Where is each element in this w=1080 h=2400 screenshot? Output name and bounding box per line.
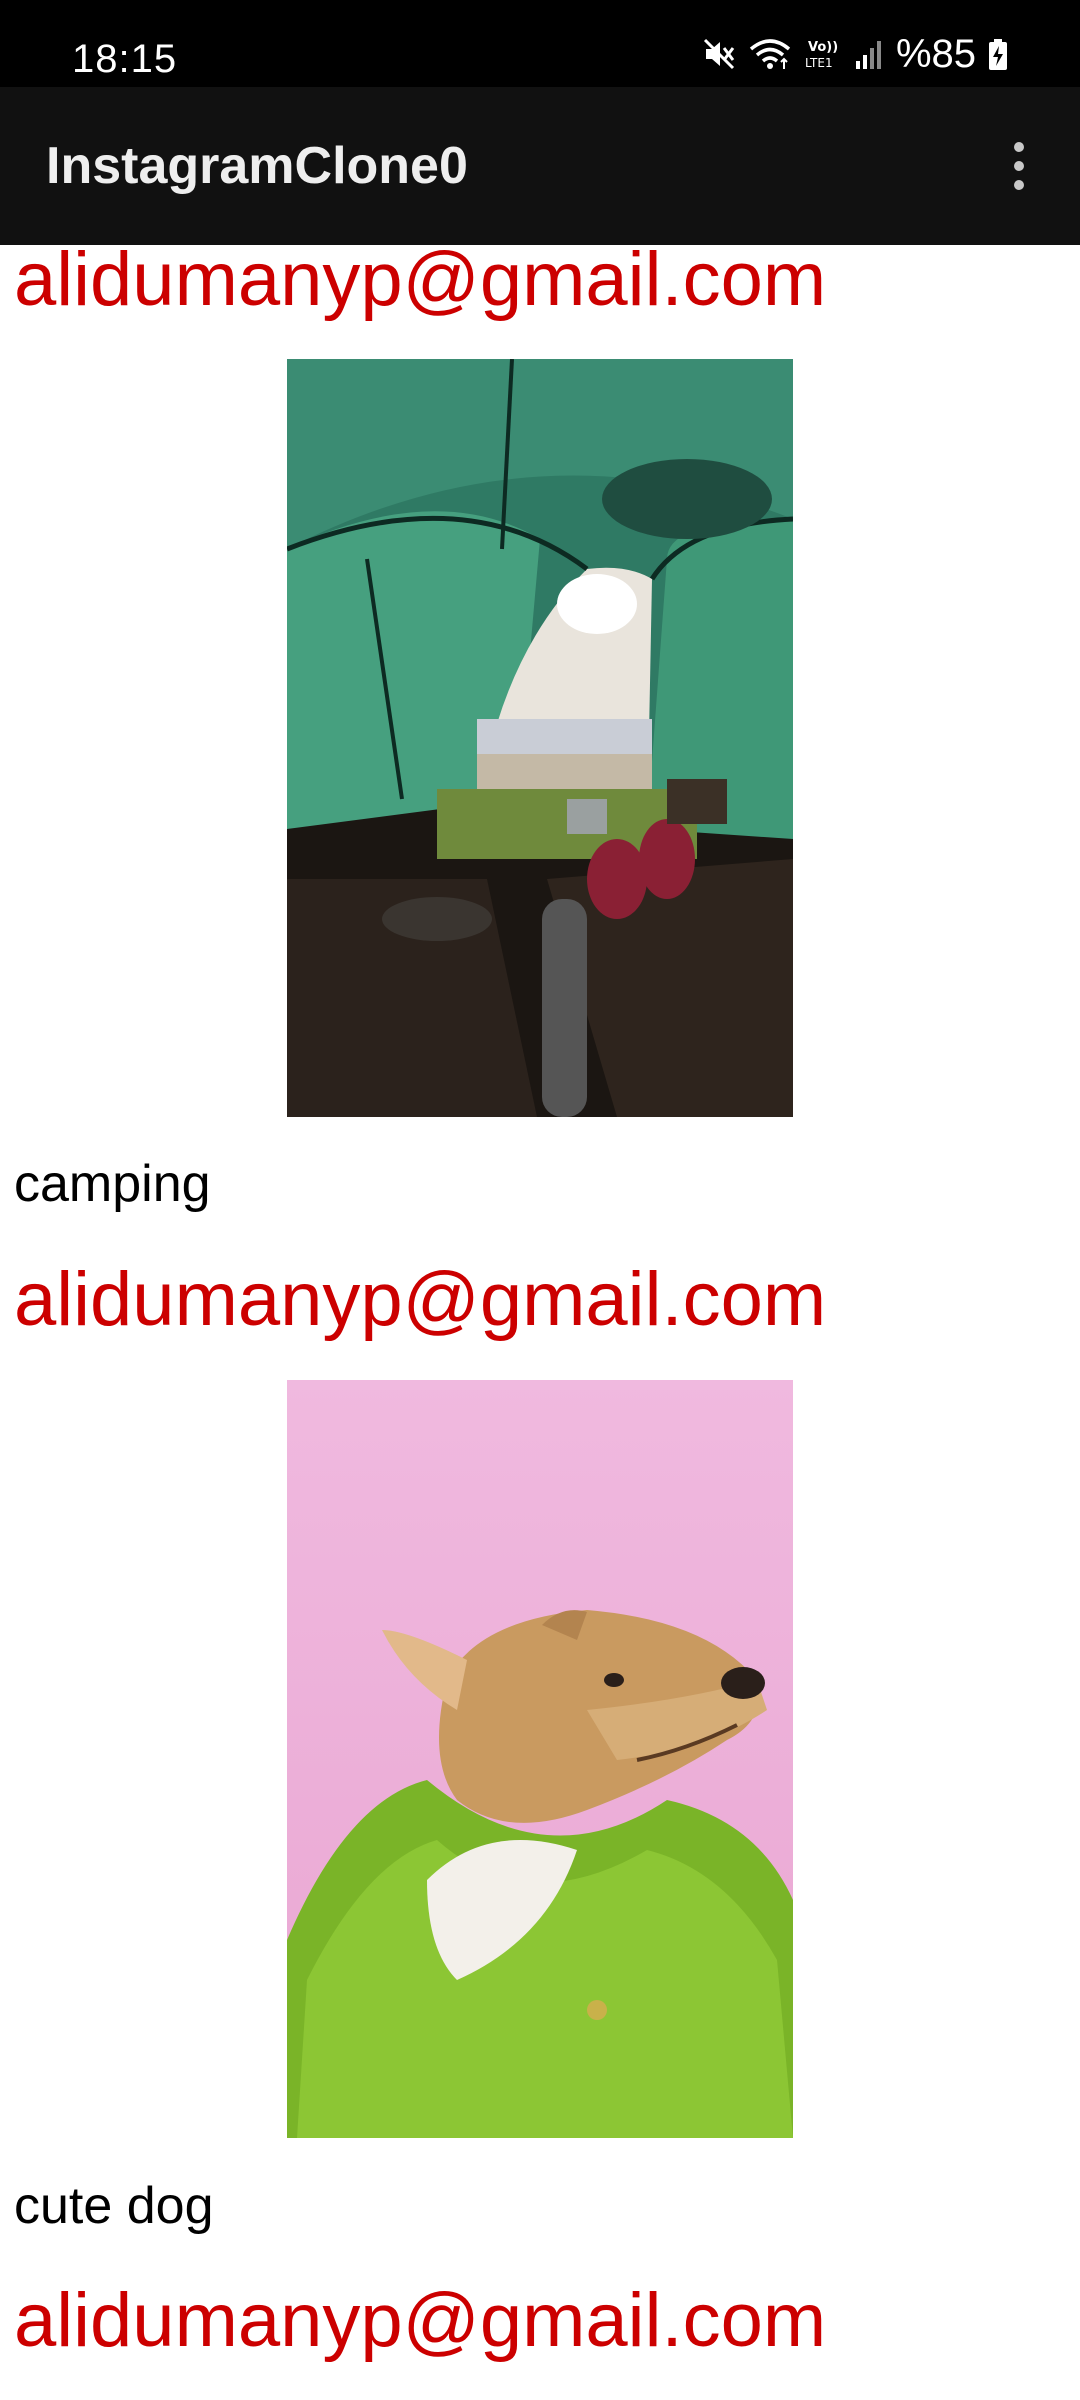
app-title: InstagramClone0 bbox=[46, 137, 468, 195]
post-caption: cute dog bbox=[14, 2177, 214, 2235]
status-icons: Vo)) LTE1 %85 bbox=[702, 34, 1008, 74]
post-user-email: alidumanyp@gmail.com bbox=[14, 245, 827, 322]
status-bar: 18:15 Vo)) LTE1 %85 bbox=[0, 0, 1080, 87]
wifi-icon bbox=[748, 37, 792, 71]
mute-icon bbox=[702, 37, 736, 71]
post-user-email: alidumanyp@gmail.com bbox=[14, 1257, 827, 1342]
status-time: 18:15 bbox=[72, 37, 178, 81]
volte-icon: Vo)) LTE1 bbox=[804, 37, 842, 71]
battery-charging-icon bbox=[988, 37, 1008, 71]
post-image-dog bbox=[287, 1380, 793, 2138]
svg-text:LTE1: LTE1 bbox=[805, 56, 833, 70]
post-image-camping bbox=[287, 359, 793, 1117]
signal-icon bbox=[854, 37, 884, 71]
more-vert-icon[interactable] bbox=[984, 131, 1054, 201]
battery-percent: %85 bbox=[895, 32, 976, 76]
post-feed[interactable]: alidumanyp@gmail.com camping alidumanyp@… bbox=[0, 245, 1080, 2400]
post-user-email: alidumanyp@gmail.com bbox=[14, 2278, 827, 2363]
app-bar: InstagramClone0 bbox=[0, 87, 1080, 245]
svg-text:Vo)): Vo)) bbox=[808, 40, 838, 55]
post-caption: camping bbox=[14, 1155, 211, 1213]
